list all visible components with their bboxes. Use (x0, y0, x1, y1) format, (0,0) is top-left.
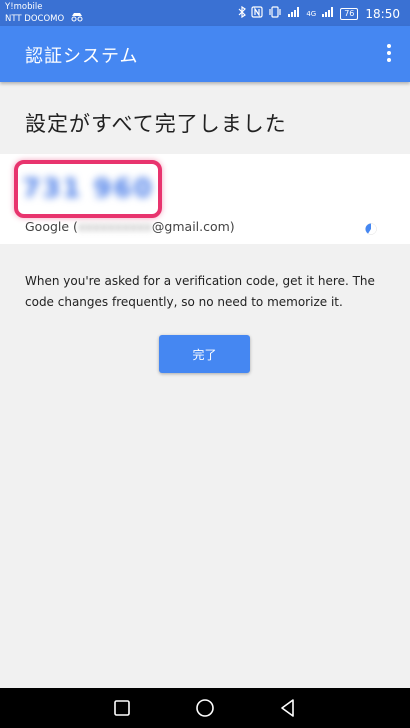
status-icons: 4G 76 18:50 (238, 5, 400, 21)
done-button[interactable]: 完了 (159, 335, 250, 373)
status-bar: Y!mobile NTT DOCOMO 4G 76 18:50 (0, 0, 410, 26)
app-bar: 認証システム (0, 26, 410, 82)
countdown-timer-icon (365, 220, 377, 235)
carrier-line1: Y!mobile (5, 2, 43, 12)
email-username: xxxxxxxxxx (77, 219, 152, 234)
carrier-line2: NTT DOCOMO (5, 14, 65, 24)
battery-icon: 76 (340, 7, 359, 20)
more-vert-icon[interactable] (384, 44, 394, 64)
back-icon[interactable] (278, 698, 298, 718)
network-label: 4G (306, 9, 317, 18)
signal-icon-2 (321, 6, 335, 21)
account-label: Google (xxxxxxxxxx@gmail.com) (25, 219, 235, 234)
verification-code: 731 960 (22, 174, 154, 204)
account-card: 731 960 Google (xxxxxxxxxx@gmail.com) (0, 154, 410, 244)
carrier-info: Y!mobile NTT DOCOMO (5, 2, 84, 25)
signal-icon (287, 6, 301, 21)
verification-code-highlight: 731 960 (14, 160, 162, 218)
nfc-icon (251, 6, 263, 21)
status-time: 18:50 (365, 6, 400, 21)
bluetooth-icon (238, 5, 247, 21)
home-icon[interactable] (195, 698, 215, 718)
vibrate-icon (268, 6, 282, 21)
account-prefix: Google ( (25, 219, 78, 234)
page-title: 設定がすべて完了しました (25, 112, 287, 136)
account-suffix: @gmail.com) (151, 219, 235, 234)
recents-icon[interactable] (112, 698, 132, 718)
description-text: When you're asked for a verification cod… (25, 274, 375, 309)
navigation-bar (0, 688, 410, 728)
incognito-icon (70, 12, 84, 25)
app-title: 認証システム (25, 46, 139, 67)
